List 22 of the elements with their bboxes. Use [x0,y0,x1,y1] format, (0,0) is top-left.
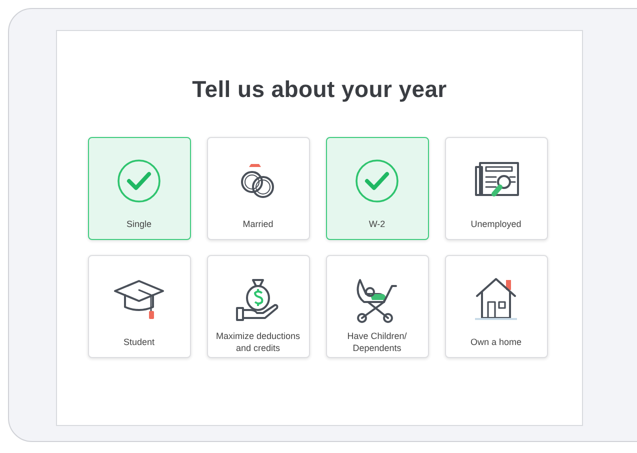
option-label: Married [242,218,274,230]
page-title: Tell us about your year [192,76,447,103]
house-icon [473,276,519,322]
option-label: Unemployed [470,218,522,230]
option-card[interactable]: Own a home [444,255,548,358]
option-label: W-2 [368,218,386,230]
option-label: Maximize deductions and credits [214,330,302,354]
option-card[interactable]: Married [206,137,310,240]
option-card[interactable]: Student [88,255,190,358]
option-label: Own a home [470,336,522,348]
option-card[interactable]: Unemployed [444,137,548,240]
option-card[interactable]: Maximize deductions and credits [206,255,310,358]
money-bag-hand-icon [235,276,281,322]
option-card[interactable]: Have Children/ Dependents [326,255,428,358]
option-label: Have Children/ Dependents [346,330,408,354]
graduation-cap-icon [113,277,165,321]
check-icon [355,159,399,203]
option-label: Single [126,218,152,230]
option-label: Student [123,336,155,348]
option-card[interactable]: Single [88,137,190,240]
option-card[interactable]: W-2 [326,137,428,240]
check-icon [117,159,161,203]
